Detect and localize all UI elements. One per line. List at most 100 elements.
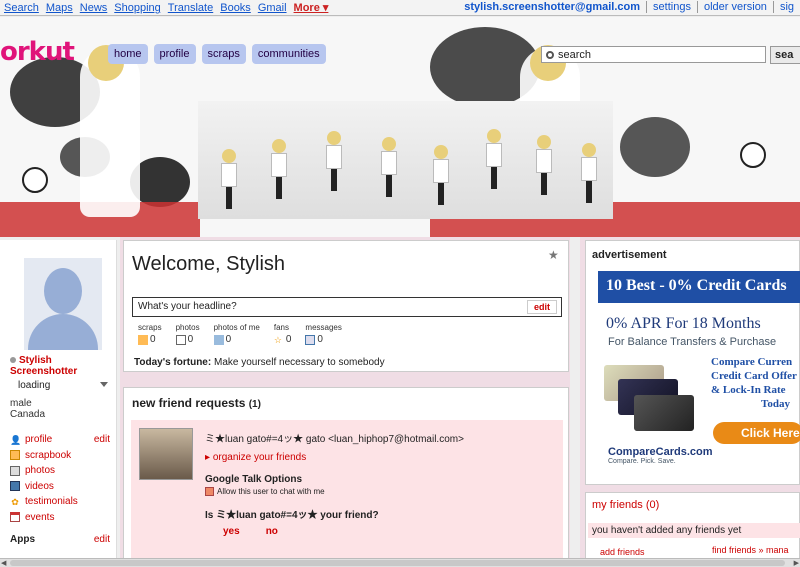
jumper-figure xyxy=(268,139,290,199)
horizontal-scrollbar[interactable]: ◀ ▶ xyxy=(0,558,800,567)
envelope-icon xyxy=(305,334,316,345)
requester-avatar[interactable] xyxy=(139,428,193,480)
yes-button[interactable]: yes xyxy=(223,526,240,537)
friend-requests-panel: new friend requests (1) ミ★luan gato#=4ッ★… xyxy=(123,387,569,567)
nav-home[interactable]: home xyxy=(108,44,148,64)
find-friends-link[interactable]: find friends » mana xyxy=(712,545,789,555)
account-email[interactable]: stylish.screenshotter@gmail.com xyxy=(458,1,646,13)
google-links: Search Maps News Shopping Translate Books Gmai… xyxy=(0,1,331,14)
search-button[interactable]: sea xyxy=(770,46,800,64)
apps-section: Apps edit xyxy=(10,534,110,545)
calendar-icon xyxy=(10,512,20,523)
gbar-link[interactable]: Shopping xyxy=(114,2,161,14)
jumper-figure xyxy=(378,137,400,197)
stat-scraps[interactable]: scraps 0 xyxy=(138,323,162,345)
gbar-link[interactable]: Translate xyxy=(168,2,213,14)
gbar-link[interactable]: Maps xyxy=(46,2,73,14)
older-version-link[interactable]: older version xyxy=(696,1,773,13)
headline-field[interactable]: What's your headline? edit xyxy=(132,297,562,317)
sidebar-item-profile[interactable]: 👤 profile edit xyxy=(10,432,110,448)
gbar-link[interactable]: Books xyxy=(220,2,251,14)
credit-cards-image[interactable] xyxy=(604,359,696,437)
settings-link[interactable]: settings xyxy=(646,1,697,13)
welcome-panel: Welcome, Stylish What's your headline? ed… xyxy=(123,240,569,372)
fortune-text: Today's fortune: Make yourself necessary… xyxy=(134,357,385,368)
ink-splat xyxy=(620,117,690,177)
chevron-down-icon xyxy=(100,382,108,387)
nav-scraps[interactable]: scraps xyxy=(201,44,246,64)
profile-stats: scraps 0 photos 0 photos of me 0 fans ☆ 0 mes… xyxy=(138,323,356,345)
jumping-photo-strip xyxy=(198,101,613,219)
star-icon[interactable]: ★ xyxy=(548,248,559,262)
jumper-figure xyxy=(430,145,452,205)
jumper-figure xyxy=(578,143,600,203)
scroll-left-icon[interactable]: ◀ xyxy=(1,559,6,567)
requester-name[interactable]: ミ★luan gato#=4ッ★ gato <luan_hiphop7@hotm… xyxy=(205,430,464,445)
ad-balance[interactable]: For Balance Transfers & Purchase xyxy=(608,336,776,348)
skull-icon xyxy=(22,167,48,193)
signout-link[interactable]: sig xyxy=(772,1,800,13)
edit-profile-link[interactable]: edit xyxy=(94,434,110,445)
my-friends-panel: my friends (0) you haven't added any fri… xyxy=(585,492,800,567)
click-here-button[interactable]: Click Here xyxy=(713,422,800,444)
sidebar-item-testimonials[interactable]: ✿ testimonials xyxy=(10,494,110,510)
star-icon: ☆ xyxy=(273,334,282,345)
gbar-link[interactable]: News xyxy=(80,2,108,14)
sidebar-item-photos[interactable]: photos xyxy=(10,463,110,479)
scrapbook-icon xyxy=(10,450,20,461)
video-icon xyxy=(10,481,20,492)
profile-location: male Canada xyxy=(10,398,46,420)
request-actions: yes no xyxy=(223,526,278,537)
search-input[interactable]: search xyxy=(541,46,766,63)
nav-communities[interactable]: communities xyxy=(251,44,326,64)
search-icon xyxy=(546,50,554,59)
add-friends-link[interactable]: add friends xyxy=(600,547,645,557)
no-button[interactable]: no xyxy=(266,526,278,537)
profile-name[interactable]: Stylish Screenshotter xyxy=(10,355,77,377)
ad-apr[interactable]: 0% APR For 18 Months xyxy=(606,315,761,333)
scrap-icon xyxy=(138,334,148,345)
jumper-figure xyxy=(218,149,240,209)
ad-banner[interactable]: 10 Best - 0% Credit Cards xyxy=(598,271,800,303)
stat-photos-of-me[interactable]: photos of me 0 xyxy=(213,323,260,345)
sidebar-item-scrapbook[interactable]: scrapbook xyxy=(10,448,110,464)
page-title: Welcome, Stylish xyxy=(132,253,286,275)
ad-title: advertisement xyxy=(592,249,667,261)
ad-compare-text[interactable]: Compare Curren Credit Card Offer & Lock-In… xyxy=(711,355,797,411)
sidebar-item-events[interactable]: events xyxy=(10,510,110,526)
orkut-logo[interactable]: orkut xyxy=(0,37,75,67)
edit-apps-link[interactable]: edit xyxy=(94,534,110,545)
section-title: my friends (0) xyxy=(592,499,660,511)
left-sidebar: Stylish Screenshotter loading male Canada … xyxy=(0,240,117,560)
avatar[interactable] xyxy=(24,258,102,350)
gbar-link[interactable]: Gmail xyxy=(258,2,287,14)
stat-messages[interactable]: messages 0 xyxy=(305,323,342,345)
profile-header-banner: orkut home profile scraps communities se… xyxy=(0,17,800,237)
friend-question: Is ミ★luan gato#=4ッ★ your friend? xyxy=(205,510,379,521)
comparecards-logo[interactable]: CompareCards.com Compare. Pick. Save. xyxy=(608,446,713,465)
gbar-link[interactable]: Search xyxy=(4,2,39,14)
sidebar-item-videos[interactable]: videos xyxy=(10,479,110,495)
empty-friends-message: you haven't added any friends yet xyxy=(588,523,800,538)
status-dropdown[interactable]: loading xyxy=(18,380,108,391)
scroll-right-icon[interactable]: ▶ xyxy=(794,559,799,567)
main-nav: home profile scraps communities xyxy=(108,44,326,64)
profile-menu: 👤 profile edit scrapbook photos videos ✿ te… xyxy=(10,432,110,525)
section-title: new friend requests (1) xyxy=(132,396,261,410)
edit-headline-button[interactable]: edit xyxy=(526,300,557,314)
stat-fans[interactable]: fans ☆ 0 xyxy=(274,323,292,345)
more-menu[interactable]: More ▾ xyxy=(294,2,329,14)
nav-profile[interactable]: profile xyxy=(153,44,196,64)
scrollbar-thumb[interactable] xyxy=(10,560,785,566)
stat-photos[interactable]: photos 0 xyxy=(175,323,200,345)
person-icon: 👤 xyxy=(10,434,22,445)
right-sidebar: advertisement 10 Best - 0% Credit Cards … xyxy=(580,237,800,567)
tag-icon xyxy=(213,334,224,345)
jumper-figure xyxy=(483,129,505,189)
organize-friends-link[interactable]: ▸ organize your friends xyxy=(205,452,306,463)
gtalk-title: Google Talk Options xyxy=(205,474,303,485)
main-column: Welcome, Stylish What's your headline? ed… xyxy=(120,237,570,567)
account-links: stylish.screenshotter@gmail.com settings… xyxy=(458,1,800,13)
allow-chat-checkbox[interactable]: Allow this user to chat with me xyxy=(205,487,325,496)
friend-request-item: ミ★luan gato#=4ッ★ gato <luan_hiphop7@hotm… xyxy=(131,420,563,566)
